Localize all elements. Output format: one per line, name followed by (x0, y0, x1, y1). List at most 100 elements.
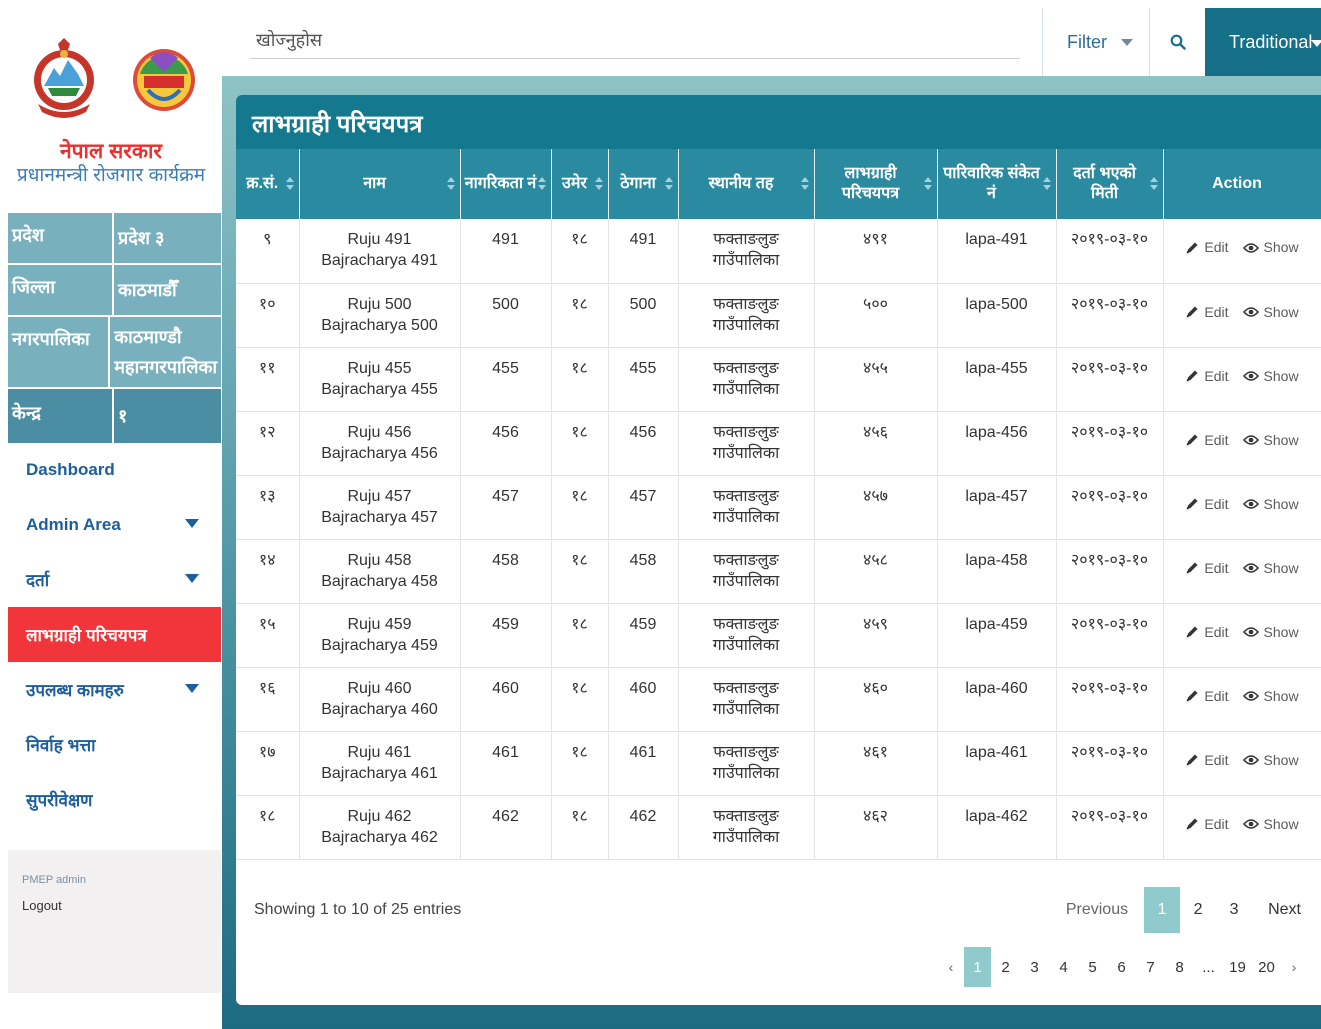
user-box: PMEP admin Logout (8, 850, 221, 993)
previous-page-button[interactable]: Previous (1058, 887, 1136, 933)
column-header-name[interactable]: नाम (299, 149, 461, 219)
page-button[interactable]: 2 (1180, 887, 1216, 933)
cell-address: 461 (608, 731, 679, 796)
show-button[interactable]: Show (1242, 430, 1299, 451)
cell-local-level: फक्ताङलुङ गाउँपालिका (678, 667, 815, 732)
show-button[interactable]: Show (1242, 237, 1299, 258)
show-button[interactable]: Show (1242, 302, 1299, 323)
search-input[interactable] (250, 22, 1020, 59)
sidebar-item-dashboard[interactable]: Dashboard (8, 442, 221, 497)
cell-sn: १२ (236, 411, 300, 476)
mode-select-button[interactable]: Traditional (1205, 8, 1321, 76)
table-row: १० Ruju 500 Bajracharya 500 500 १८ 500 फक्ताङ… (236, 283, 1321, 348)
page-button[interactable]: 3 (1020, 947, 1049, 987)
pencil-icon (1186, 562, 1198, 574)
show-button[interactable]: Show (1242, 814, 1299, 835)
edit-label: Edit (1204, 239, 1229, 255)
page-button[interactable]: 20 (1252, 947, 1281, 987)
edit-button[interactable]: Edit (1185, 814, 1229, 835)
info-value: काठमाडौँ (118, 280, 177, 300)
eye-icon (1242, 435, 1259, 445)
page-button[interactable]: 6 (1107, 947, 1136, 987)
show-button[interactable]: Show (1242, 622, 1299, 643)
cell-address: 455 (608, 347, 679, 412)
page-button[interactable]: 5 (1078, 947, 1107, 987)
top-bar: Filter Traditional (222, 0, 1321, 76)
cell-citizenship: 500 (460, 283, 552, 348)
cell-citizenship: 491 (460, 219, 552, 284)
edit-button[interactable]: Edit (1185, 494, 1229, 515)
edit-button[interactable]: Edit (1185, 686, 1229, 707)
sort-icon (923, 177, 932, 191)
show-button[interactable]: Show (1242, 750, 1299, 771)
show-button[interactable]: Show (1242, 366, 1299, 387)
eye-icon (1242, 819, 1259, 829)
cell-sn: ११ (236, 347, 300, 412)
column-header-citizenship[interactable]: नागरिकता नं (460, 149, 552, 219)
column-header-address[interactable]: ठेगाना (608, 149, 679, 219)
cell-family-code: lapa-456 (937, 411, 1057, 476)
next-page-arrow[interactable]: › (1281, 947, 1307, 987)
edit-button[interactable]: Edit (1185, 237, 1229, 258)
cell-local-level: फक्ताङलुङ गाउँपालिका (678, 411, 815, 476)
page-button[interactable]: 2 (991, 947, 1020, 987)
cell-citizenship: 457 (460, 475, 552, 540)
eye-icon (1242, 499, 1259, 509)
sidebar-item-supervision[interactable]: सुपरीवेक्षण (8, 772, 221, 827)
sidebar-item-allowance[interactable]: निर्वाह भत्ता (8, 717, 221, 772)
page-button[interactable]: 7 (1136, 947, 1165, 987)
show-label: Show (1263, 687, 1299, 704)
cell-action: Edit Show (1163, 603, 1321, 668)
table-header-row: क्र.सं. नाम नागरिकता नं उमेर ठेगाना स्था… (236, 149, 1321, 219)
column-header-beneficiary-card[interactable]: लाभग्राही परिचयपत्र (814, 149, 938, 219)
edit-button[interactable]: Edit (1185, 558, 1229, 579)
edit-button[interactable]: Edit (1185, 430, 1229, 451)
table-row: ११ Ruju 455 Bajracharya 455 455 १८ 455 फक्ताङ… (236, 347, 1321, 412)
edit-button[interactable]: Edit (1185, 622, 1229, 643)
page-button[interactable]: 8 (1165, 947, 1194, 987)
page-button[interactable]: 3 (1216, 887, 1252, 933)
cell-family-code: lapa-459 (937, 603, 1057, 668)
column-header-family-code[interactable]: पारिवारिक संकेत नं (937, 149, 1057, 219)
table-row: १७ Ruju 461 Bajracharya 461 461 १८ 461 फक्ताङ… (236, 731, 1321, 796)
page-button[interactable]: 4 (1049, 947, 1078, 987)
logout-link[interactable]: Logout (22, 898, 207, 913)
column-header-label: उमेर (562, 175, 587, 192)
user-name: PMEP admin (22, 874, 86, 886)
cell-action: Edit Show (1163, 283, 1321, 348)
show-button[interactable]: Show (1242, 558, 1299, 579)
info-row-municipality: नगरपालिका काठमाण्डौ महानगरपालिका (8, 317, 221, 389)
nepal-emblem-logo (34, 38, 94, 118)
action-group: Edit Show (1164, 614, 1321, 643)
sidebar-item-beneficiary-card[interactable]: लाभग्राही परिचयपत्र (8, 607, 221, 662)
sidebar-item-available-jobs[interactable]: उपलब्ध कामहरु (8, 662, 221, 717)
caret-down-icon (185, 519, 199, 528)
table-body: ९ Ruju 491 Bajracharya 491 491 १८ 491 फक्ताङल… (236, 219, 1321, 860)
cell-beneficiary-card: ४५५ (814, 347, 938, 412)
cell-name: Ruju 455 Bajracharya 455 (299, 347, 461, 412)
pencil-icon (1186, 306, 1198, 318)
show-button[interactable]: Show (1242, 686, 1299, 707)
sidebar-item-admin-area[interactable]: Admin Area (8, 497, 221, 552)
show-button[interactable]: Show (1242, 494, 1299, 515)
action-group: Edit Show (1164, 550, 1321, 579)
sidebar-item-registration[interactable]: दर्ता (8, 552, 221, 607)
previous-page-arrow[interactable]: ‹ (938, 947, 964, 987)
sidebar-nav: Dashboard Admin Area दर्ता लाभग्राही परि… (8, 442, 221, 827)
edit-button[interactable]: Edit (1185, 366, 1229, 387)
column-header-local-level[interactable]: स्थानीय तह (678, 149, 815, 219)
search-button[interactable] (1152, 8, 1204, 76)
page-button[interactable]: 1 (964, 947, 991, 987)
page-button[interactable]: 1 (1144, 887, 1181, 933)
filter-button[interactable]: Filter (1042, 8, 1150, 76)
column-header-age[interactable]: उमेर (551, 149, 609, 219)
show-label: Show (1263, 815, 1299, 832)
sort-icon (537, 177, 546, 191)
cell-age: १८ (551, 603, 609, 668)
column-header-sn[interactable]: क्र.सं. (236, 149, 300, 219)
column-header-registered-date[interactable]: दर्ता भएको मिती (1056, 149, 1164, 219)
page-button[interactable]: 19 (1223, 947, 1252, 987)
edit-button[interactable]: Edit (1185, 750, 1229, 771)
next-page-button[interactable]: Next (1260, 887, 1309, 933)
edit-button[interactable]: Edit (1185, 302, 1229, 323)
